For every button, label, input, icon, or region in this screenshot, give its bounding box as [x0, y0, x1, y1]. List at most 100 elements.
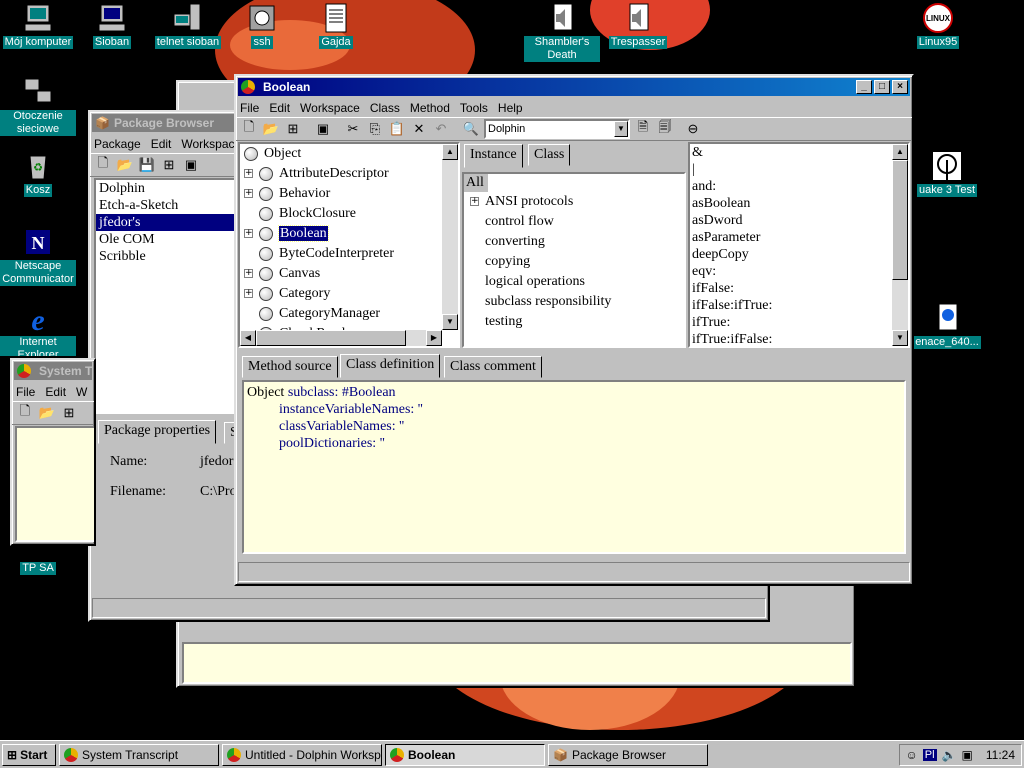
method-item[interactable]: ifTrue:ifFalse:	[690, 331, 908, 346]
new-icon[interactable]: 🗋	[94, 155, 112, 173]
category-all[interactable]: All	[464, 174, 488, 192]
task-system-transcript[interactable]: System Transcript	[59, 743, 219, 766]
class-definition-editor[interactable]: Object subclass: #Boolean instanceVariab…	[242, 380, 906, 554]
tree-item[interactable]: CategoryManager	[240, 304, 458, 324]
method-item[interactable]: ifFalse:	[690, 280, 908, 297]
tab-package-properties[interactable]: Package properties	[98, 420, 217, 444]
method-item[interactable]: ifTrue:	[690, 314, 908, 331]
methods-vertical-scrollbar[interactable]: ▲ ▼	[892, 144, 908, 346]
clock[interactable]: 11:24	[986, 748, 1015, 762]
desktop-icon-shamblers-death[interactable]: Shambler's Death	[524, 2, 600, 62]
scroll-down-icon[interactable]: ▼	[442, 314, 458, 330]
tree-item-selected[interactable]: + Boolean	[240, 224, 458, 244]
list-item[interactable]: Dolphin	[96, 180, 234, 197]
scroll-left-icon[interactable]: ◀	[240, 330, 256, 346]
task-package-browser[interactable]: 📦 Package Browser	[548, 743, 708, 766]
method-item[interactable]: asBoolean	[690, 195, 908, 212]
menu-file[interactable]: File	[16, 385, 35, 399]
close-button[interactable]: ×	[892, 80, 908, 94]
category-item[interactable]: + ANSI protocols	[464, 192, 684, 212]
tab-class[interactable]: Class	[528, 144, 571, 166]
method-item[interactable]: ifFalse:ifTrue:	[690, 297, 908, 314]
delete-icon[interactable]: ✕	[410, 121, 428, 137]
workspace-editor[interactable]	[182, 642, 852, 684]
category-item[interactable]: control flow	[464, 212, 684, 232]
list-item-selected[interactable]: jfedor's	[96, 214, 234, 231]
undo-icon[interactable]: ↶	[432, 121, 450, 137]
scroll-down-icon[interactable]: ▼	[892, 330, 908, 346]
open-icon[interactable]: 📂	[262, 121, 280, 137]
method-item[interactable]: |	[690, 161, 908, 178]
desktop-icon-quake3[interactable]: uake 3 Test	[912, 150, 982, 197]
start-button[interactable]: ⊞ Start	[2, 743, 56, 766]
desktop-icon-sioban[interactable]: Sioban	[74, 2, 150, 49]
menu-file[interactable]: File	[240, 101, 259, 115]
category-item[interactable]: converting	[464, 232, 684, 252]
method-item[interactable]: asDword	[690, 212, 908, 229]
tree-item[interactable]: BlockClosure	[240, 204, 458, 224]
transcript-editor[interactable]	[15, 426, 94, 542]
desktop-icon-linux95[interactable]: LINUX Linux95	[900, 2, 976, 49]
save-icon[interactable]: 💾	[138, 157, 156, 173]
desktop-icon-my-computer[interactable]: Mój komputer	[0, 2, 76, 49]
chevron-down-icon[interactable]: ▼	[614, 121, 628, 137]
list-item[interactable]: Ole COM	[96, 231, 234, 248]
boolean-class-browser-window[interactable]: Boolean _ □ × File Edit Workspace Class …	[234, 74, 914, 586]
tree-item[interactable]: + Behavior	[240, 184, 458, 204]
menu-edit[interactable]: Edit	[269, 101, 290, 115]
system-transcript-window[interactable]: System T File Edit W 🗋 📂 ⊞	[10, 358, 96, 546]
boolean-titlebar[interactable]: Boolean _ □ ×	[238, 78, 910, 96]
tree-item-object[interactable]: Object	[240, 144, 458, 164]
list-item[interactable]: Etch-a-Sketch	[96, 197, 234, 214]
desktop-icon-internet-explorer[interactable]: e Internet Explorer	[0, 302, 76, 356]
category-item[interactable]: copying	[464, 252, 684, 272]
menu-help[interactable]: Help	[498, 101, 523, 115]
expand-icon[interactable]: +	[470, 197, 479, 207]
tree-horizontal-scrollbar[interactable]: ◀ ▶	[240, 330, 442, 346]
tree-item[interactable]: + AttributeDescriptor	[240, 164, 458, 184]
list-item[interactable]: Scribble	[96, 248, 234, 265]
tab-class-comment[interactable]: Class comment	[444, 356, 542, 378]
methods-list[interactable]: & | and: asBoolean asDword asParameter d…	[688, 142, 910, 348]
expand-icon[interactable]: +	[244, 269, 253, 279]
tree-item[interactable]: ByteCodeInterpreter	[240, 244, 458, 264]
volume-icon[interactable]: 🔈	[942, 748, 957, 762]
scroll-up-icon[interactable]: ▲	[442, 144, 458, 160]
tree-item[interactable]: + Canvas	[240, 264, 458, 284]
open-icon[interactable]: 📂	[38, 405, 56, 421]
expand-icon[interactable]: +	[244, 189, 253, 199]
scroll-up-icon[interactable]: ▲	[892, 144, 908, 160]
browse-icon[interactable]: ⊞	[160, 157, 178, 173]
menu-class[interactable]: Class	[370, 101, 400, 115]
desktop-icon-tp-sa[interactable]: TP SA	[0, 546, 76, 578]
scroll-thumb[interactable]	[256, 330, 406, 346]
browse-icon[interactable]: ⊞	[60, 405, 78, 421]
maximize-button[interactable]: □	[874, 80, 890, 94]
menu-tools[interactable]: Tools	[460, 101, 488, 115]
method-item[interactable]: eqv:	[690, 263, 908, 280]
tab-instance[interactable]: Instance	[464, 144, 523, 168]
menu-workspace[interactable]: Workspac	[181, 137, 234, 151]
monitor-icon[interactable]: ▣	[962, 748, 973, 762]
method-item[interactable]: asParameter	[690, 229, 908, 246]
class-browser-icon[interactable]: ▣	[182, 157, 200, 173]
task-boolean[interactable]: Boolean	[385, 743, 545, 766]
tree-item[interactable]: + Category	[240, 284, 458, 304]
language-indicator[interactable]: Pl	[922, 748, 937, 761]
tab-method-source[interactable]: Method source	[242, 356, 338, 378]
browse-icon[interactable]: ⊞	[284, 121, 302, 137]
menu-edit[interactable]: Edit	[45, 385, 66, 399]
desktop-icon-ssh[interactable]: ssh	[224, 2, 300, 49]
namespace-combo[interactable]: Dolphin ▼	[484, 119, 630, 139]
menu-workspace[interactable]: Workspace	[300, 101, 360, 115]
remove-icon[interactable]: ⊖	[684, 121, 702, 137]
system-transcript-titlebar[interactable]: System T	[14, 362, 92, 380]
desktop-icon-recycle-bin[interactable]: ♻ Kosz	[0, 150, 76, 197]
method-item[interactable]: deepCopy	[690, 246, 908, 263]
category-item[interactable]: testing	[464, 312, 684, 332]
desktop-icon-telnet-sioban[interactable]: telnet sioban	[150, 2, 226, 49]
scroll-thumb[interactable]	[892, 160, 908, 280]
task-dolphin-workspace[interactable]: Untitled - Dolphin Workspa...	[222, 743, 382, 766]
find-icon[interactable]: 🔍	[462, 121, 480, 137]
open-icon[interactable]: 📂	[116, 157, 134, 173]
